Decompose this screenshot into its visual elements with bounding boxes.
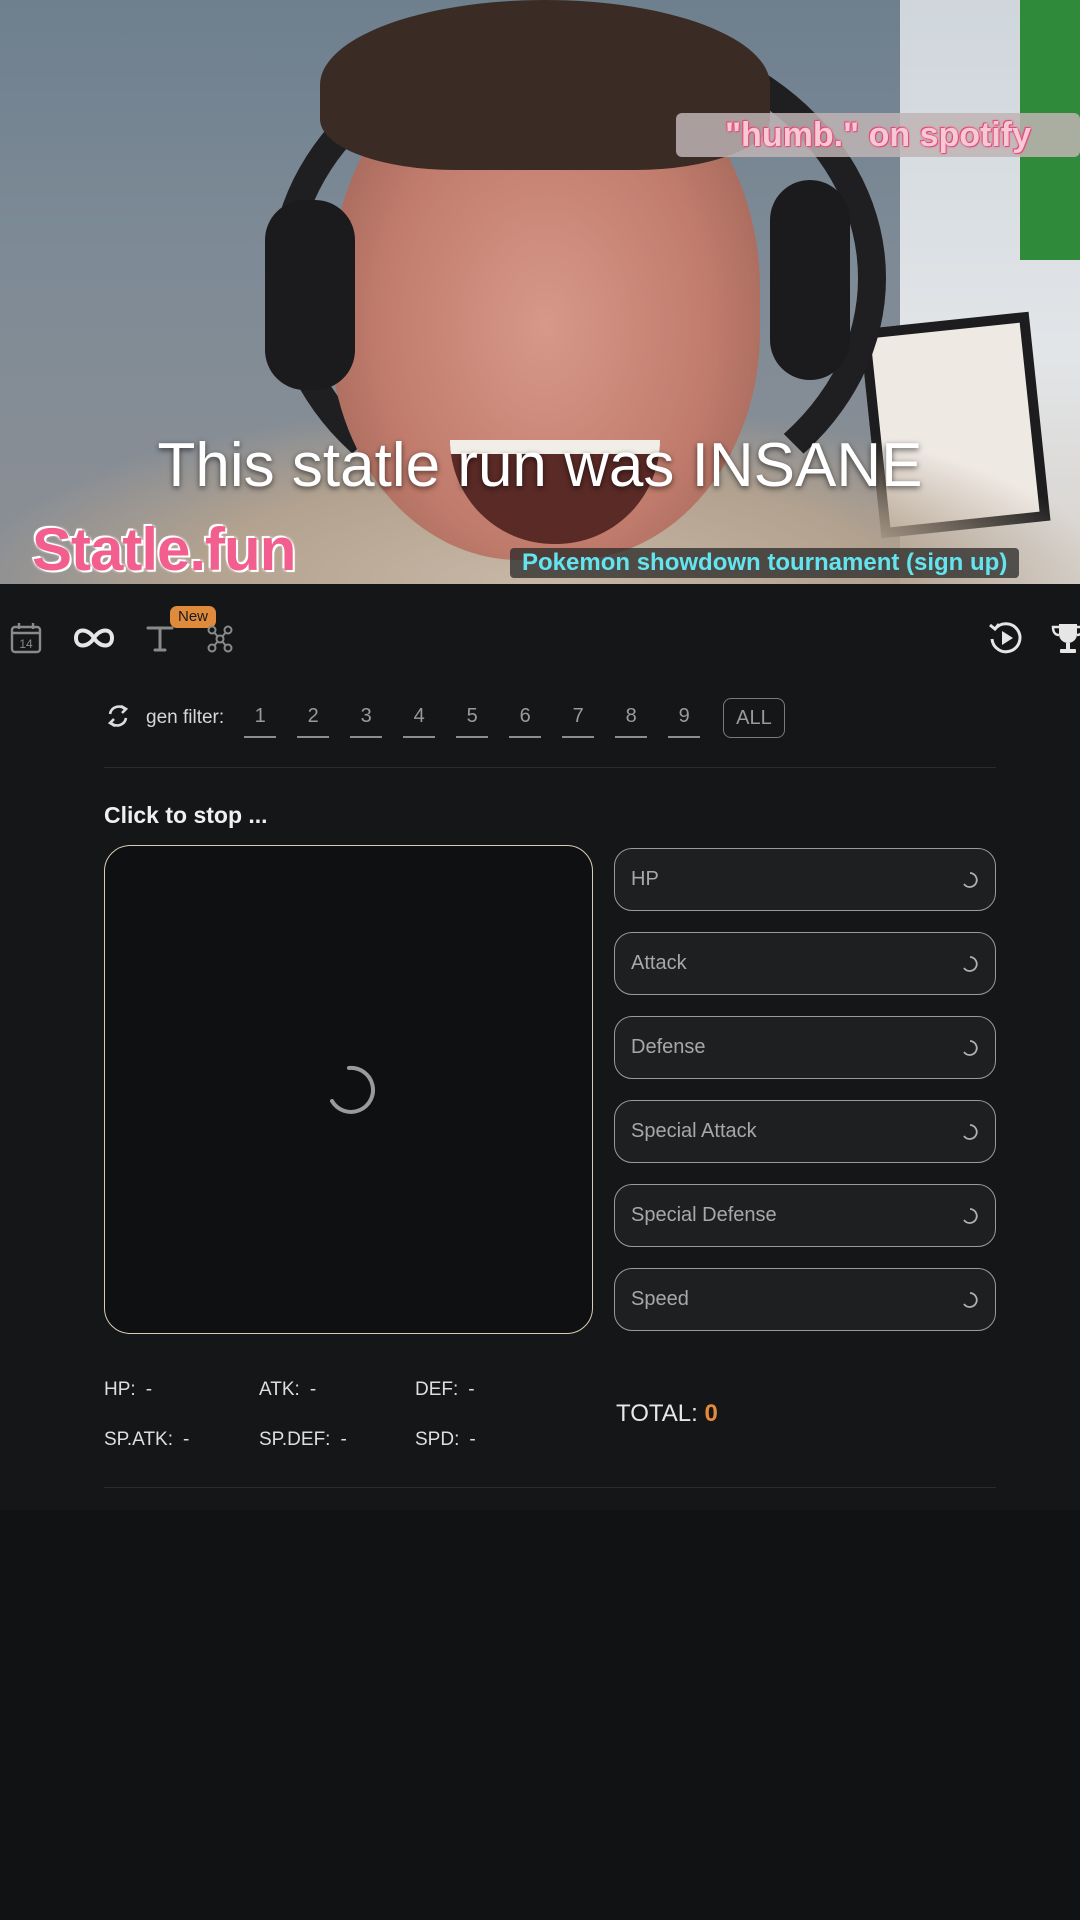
stat-button-special-defense[interactable]: Special Defense xyxy=(614,1184,996,1247)
summary-spdef-label: SP.DEF: xyxy=(259,1429,331,1450)
signup-banner: Pokemon showdown tournament (sign up) xyxy=(510,548,1020,578)
replay-icon[interactable] xyxy=(982,614,1030,662)
summary-spdef-value: - xyxy=(340,1429,347,1450)
gen-button-2[interactable]: 2 xyxy=(297,698,330,738)
spotify-overlay-tag: "humb." on spotify xyxy=(676,113,1080,157)
trophy-icon[interactable] xyxy=(1044,614,1080,662)
loading-spinner-icon xyxy=(963,1040,978,1056)
summary-atk-value: - xyxy=(309,1379,317,1400)
stat-button-special-attack[interactable]: Special Attack xyxy=(614,1100,996,1163)
total-stat: TOTAL: 0 xyxy=(616,1400,718,1428)
stat-button-speed[interactable]: Speed xyxy=(614,1268,996,1331)
summary-spd-label: SPD: xyxy=(415,1429,460,1450)
stat-button-label: Special Defense xyxy=(631,1204,777,1226)
gen-button-4[interactable]: 4 xyxy=(403,698,436,738)
stat-button-hp[interactable]: HP xyxy=(614,848,996,911)
gen-filter-row: gen filter: 1 2 3 4 5 6 7 8 9 ALL xyxy=(104,696,785,740)
gen-button-all[interactable]: ALL xyxy=(723,698,785,738)
gen-button-9[interactable]: 9 xyxy=(668,698,701,738)
loading-spinner-icon xyxy=(963,956,978,972)
stat-button-label: Defense xyxy=(631,1036,706,1058)
refresh-icon[interactable] xyxy=(104,702,132,734)
summary-spd-value: - xyxy=(469,1429,476,1450)
video-caption: This statle run was INSANE xyxy=(157,431,923,500)
stat-button-label: HP xyxy=(631,868,659,890)
loading-spinner-icon xyxy=(963,1208,978,1224)
loading-spinner-icon xyxy=(330,1065,375,1114)
section-divider xyxy=(104,767,996,768)
headphone-left-cup xyxy=(265,200,355,390)
gen-filter-label: gen filter: xyxy=(146,707,225,728)
summary-atk: ATK: - xyxy=(259,1379,316,1401)
infinity-icon[interactable] xyxy=(70,614,118,662)
summary-atk-label: ATK: xyxy=(259,1379,300,1400)
stat-button-label: Attack xyxy=(631,952,687,974)
gen-button-8[interactable]: 8 xyxy=(615,698,648,738)
top-toolbar: 14 New xyxy=(0,606,1080,674)
summary-spatk-label: SP.ATK: xyxy=(104,1429,173,1450)
summary-def-value: - xyxy=(468,1379,475,1400)
summary-def-label: DEF: xyxy=(415,1379,459,1400)
stat-button-attack[interactable]: Attack xyxy=(614,932,996,995)
graph-icon[interactable] xyxy=(196,614,244,662)
pokemon-display-box[interactable] xyxy=(104,845,593,1334)
stat-button-label: Special Attack xyxy=(631,1120,757,1142)
summary-hp-value: - xyxy=(145,1379,153,1400)
gen-button-5[interactable]: 5 xyxy=(456,698,489,738)
gen-button-3[interactable]: 3 xyxy=(350,698,383,738)
stat-button-label: Speed xyxy=(631,1288,689,1310)
summary-spatk-value: - xyxy=(183,1429,190,1450)
section-divider xyxy=(104,1487,996,1488)
headphone-right-cup xyxy=(770,180,850,380)
summary-spdef: SP.DEF: - xyxy=(259,1429,347,1451)
gen-button-7[interactable]: 7 xyxy=(562,698,595,738)
summary-hp-label: HP: xyxy=(104,1379,136,1400)
summary-def: DEF: - xyxy=(415,1379,475,1401)
loading-spinner-icon xyxy=(963,1124,978,1140)
loading-spinner-icon xyxy=(963,872,978,888)
summary-hp: HP: - xyxy=(104,1379,152,1401)
calendar-icon[interactable]: 14 xyxy=(2,614,50,662)
video-frame: "humb." on spotify This statle run was I… xyxy=(0,0,1080,584)
gen-button-1[interactable]: 1 xyxy=(244,698,277,738)
total-value: 0 xyxy=(704,1400,718,1427)
stat-button-defense[interactable]: Defense xyxy=(614,1016,996,1079)
empty-bottom-area xyxy=(0,1510,1080,1920)
summary-spd: SPD: - xyxy=(415,1429,476,1451)
click-to-stop-prompt: Click to stop ... xyxy=(104,802,268,828)
loading-spinner-icon xyxy=(963,1292,978,1308)
total-label: TOTAL: xyxy=(616,1400,698,1427)
brand-watermark: Statle.fun xyxy=(32,516,296,583)
summary-spatk: SP.ATK: - xyxy=(104,1429,189,1451)
calendar-day: 14 xyxy=(19,637,33,651)
gen-button-6[interactable]: 6 xyxy=(509,698,542,738)
